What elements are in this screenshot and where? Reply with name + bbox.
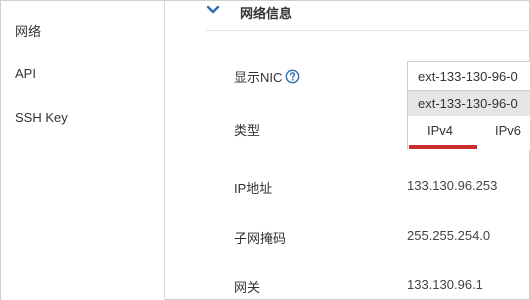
section-header: 网络信息 xyxy=(206,1,530,31)
nic-select[interactable]: ext-133-130-96-0 xyxy=(407,61,530,91)
gateway-value: 133.130.96.1 xyxy=(407,277,483,292)
sidebar-item-network[interactable]: 网络 xyxy=(15,21,41,40)
sidebar-item-api[interactable]: API xyxy=(15,66,36,81)
tab-ipv4[interactable]: IPv4 xyxy=(427,123,453,138)
sidebar-item-ssh-key[interactable]: SSH Key xyxy=(15,110,68,125)
nic-label: 显示NIC xyxy=(234,70,283,85)
active-tab-indicator xyxy=(409,145,477,149)
chevron-down-icon[interactable] xyxy=(206,3,220,17)
help-icon[interactable] xyxy=(285,69,300,84)
gateway-label: 网关 xyxy=(234,280,261,295)
tab-ipv6[interactable]: IPv6 xyxy=(495,123,521,138)
main-panel: 网络信息 显示NIC ext-133-130-96-0 ext-133-130-… xyxy=(166,1,530,300)
ip-address-label: IP地址 xyxy=(234,181,273,196)
ip-version-tabs: IPv4 IPv6 xyxy=(407,116,530,150)
ip-address-value: 133.130.96.253 xyxy=(407,178,498,193)
app-frame: 网络 API SSH Key 网络信息 显示NIC ext-133-130-96… xyxy=(0,0,530,300)
section-title: 网络信息 xyxy=(240,6,293,21)
nic-dropdown-option[interactable]: ext-133-130-96-0 xyxy=(407,91,530,116)
nic-label-row: 显示NIC xyxy=(234,67,300,86)
type-label: 类型 xyxy=(234,123,261,138)
sidebar: 网络 API SSH Key xyxy=(1,1,165,300)
subnet-mask-value: 255.255.254.0 xyxy=(407,228,491,243)
subnet-mask-label: 子网掩码 xyxy=(234,231,287,246)
